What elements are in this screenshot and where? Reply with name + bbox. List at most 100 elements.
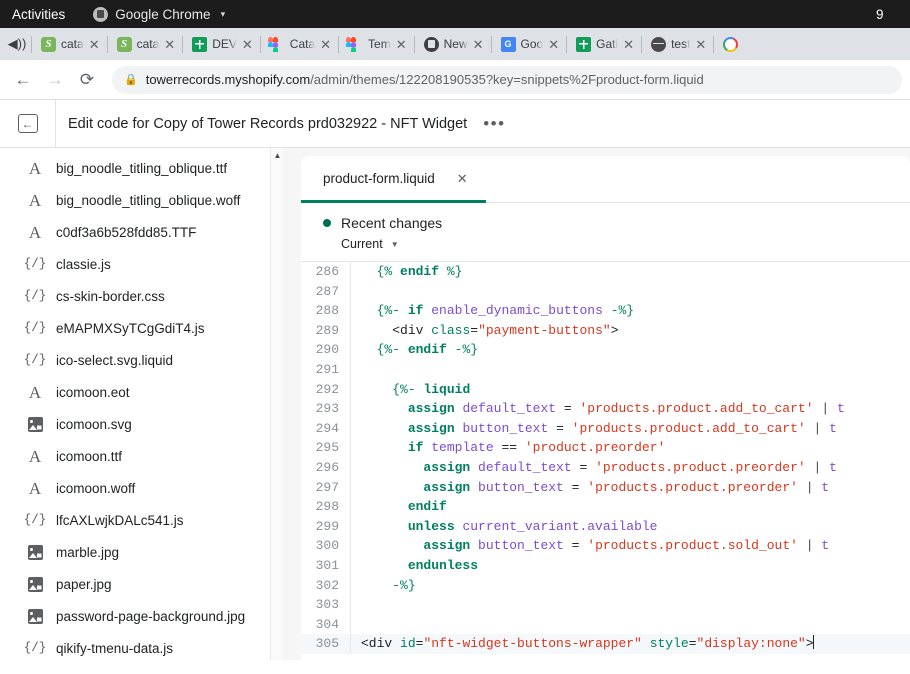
code-token: endif	[408, 499, 447, 514]
file-list-item[interactable]: icomoon.svg	[0, 408, 283, 440]
close-icon[interactable]: ✕	[473, 38, 484, 51]
file-list-item[interactable]: {/}qikify-tmenu-data.js	[0, 632, 283, 660]
code-line-content[interactable]: assign default_text = 'products.product.…	[351, 458, 910, 478]
code-line[interactable]: 294 assign button_text = 'products.produ…	[301, 419, 910, 439]
code-line-content[interactable]	[351, 282, 910, 302]
code-line-content[interactable]: <div id="nft-widget-buttons-wrapper" sty…	[351, 634, 910, 654]
code-line[interactable]: 302 -%}	[301, 576, 910, 596]
code-line[interactable]: 299 unless current_variant.available	[301, 517, 910, 537]
code-line-content[interactable]	[351, 615, 910, 635]
file-list-item[interactable]: Aicomoon.eot	[0, 376, 283, 408]
code-line[interactable]: 287	[301, 282, 910, 302]
code-line-content[interactable]: assign default_text = 'products.product.…	[351, 399, 910, 419]
code-line-content[interactable]	[351, 595, 910, 615]
code-line[interactable]: 298 endif	[301, 497, 910, 517]
browser-tab[interactable]: Tem ✕	[340, 28, 413, 60]
browser-tab[interactable]: Cata ✕	[262, 28, 337, 60]
clock[interactable]: 9	[876, 0, 906, 28]
close-icon[interactable]: ✕	[623, 38, 634, 51]
code-line[interactable]: 293 assign default_text = 'products.prod…	[301, 399, 910, 419]
code-line-content[interactable]: {%- liquid	[351, 380, 910, 400]
code-line-content[interactable]: {% endif %}	[351, 262, 910, 282]
browser-tab[interactable]: test ✕	[643, 28, 712, 60]
code-line-content[interactable]: endif	[351, 497, 910, 517]
globe-icon	[651, 37, 666, 52]
code-line-content[interactable]: if template == 'product.preorder'	[351, 438, 910, 458]
file-list-item[interactable]: marble.jpg	[0, 536, 283, 568]
browser-tab[interactable]: New ✕	[416, 28, 490, 60]
code-line[interactable]: 300 assign button_text = 'products.produ…	[301, 536, 910, 556]
google-sheets-icon	[576, 37, 591, 52]
page-title: Edit code for Copy of Tower Records prd0…	[56, 116, 467, 132]
file-list-item[interactable]: paper.jpg	[0, 568, 283, 600]
code-line-content[interactable]: assign button_text = 'products.product.a…	[351, 419, 910, 439]
code-editor[interactable]: 286 {% endif %}287288 {%- if enable_dyna…	[301, 262, 910, 660]
close-icon[interactable]: ✕	[242, 38, 253, 51]
tab-product-form-liquid[interactable]: product-form.liquid ✕	[301, 157, 486, 203]
code-token: t	[829, 460, 837, 475]
code-line-content[interactable]: {%- endif -%}	[351, 340, 910, 360]
close-icon[interactable]: ✕	[396, 38, 407, 51]
browser-tab[interactable]: DEV ✕	[184, 28, 259, 60]
code-line[interactable]: 286 {% endif %}	[301, 262, 910, 282]
code-line[interactable]: 296 assign default_text = 'products.prod…	[301, 458, 910, 478]
browser-tab[interactable]	[715, 28, 738, 60]
audio-indicator-icon[interactable]: ◀))	[4, 31, 30, 57]
code-line[interactable]: 304	[301, 615, 910, 635]
scroll-up-icon[interactable]: ▲	[271, 148, 283, 162]
code-line[interactable]: 301 endunless	[301, 556, 910, 576]
code-line[interactable]: 288 {%- if enable_dynamic_buttons -%}	[301, 301, 910, 321]
close-icon[interactable]: ✕	[548, 38, 559, 51]
tab-title: DEV	[212, 37, 237, 51]
file-list-item[interactable]: Aicomoon.woff	[0, 472, 283, 504]
sidebar-scrollbar[interactable]: ▲	[270, 148, 283, 660]
close-icon[interactable]: ✕	[320, 38, 331, 51]
more-actions-button[interactable]: •••	[483, 119, 505, 129]
code-line-content[interactable]: -%}	[351, 576, 910, 596]
code-line[interactable]: 291	[301, 360, 910, 380]
code-line-content[interactable]: assign button_text = 'products.product.s…	[351, 536, 910, 556]
code-line[interactable]: 292 {%- liquid	[301, 380, 910, 400]
file-list-item[interactable]: Aicomoon.ttf	[0, 440, 283, 472]
version-select[interactable]: Current ▼	[341, 237, 910, 251]
code-line-content[interactable]: unless current_variant.available	[351, 517, 910, 537]
file-list-item[interactable]: Abig_noodle_titling_oblique.woff	[0, 184, 283, 216]
address-bar[interactable]: 🔒 towerrecords.myshopify.com/admin/theme…	[112, 66, 902, 94]
reload-button[interactable]: ⟳	[72, 65, 102, 95]
back-button[interactable]: ←	[8, 65, 38, 95]
active-app-menu[interactable]: Google Chrome ▾	[79, 7, 225, 22]
code-line-content[interactable]: {%- if enable_dynamic_buttons -%}	[351, 301, 910, 321]
code-line[interactable]: 295 if template == 'product.preorder'	[301, 438, 910, 458]
code-line-content[interactable]: assign button_text = 'products.product.p…	[351, 478, 910, 498]
file-list-item[interactable]: password-page-background.jpg	[0, 600, 283, 632]
browser-tab[interactable]: cata ✕	[33, 28, 106, 60]
file-list-item[interactable]: {/}cs-skin-border.css	[0, 280, 283, 312]
file-list-item[interactable]: Abig_noodle_titling_oblique.ttf	[0, 152, 283, 184]
code-line[interactable]: 303	[301, 595, 910, 615]
figma-icon	[270, 37, 285, 52]
code-line-content[interactable]: <div class="payment-buttons">	[351, 321, 910, 341]
image-file-icon	[26, 417, 44, 432]
file-list-item[interactable]: {/}lfcAXLwjkDALc541.js	[0, 504, 283, 536]
exit-editor-button[interactable]	[0, 100, 56, 148]
forward-button[interactable]: →	[40, 65, 70, 95]
close-icon[interactable]: ✕	[164, 38, 175, 51]
code-token: t	[837, 401, 845, 416]
code-line-content[interactable]: endunless	[351, 556, 910, 576]
code-line[interactable]: 297 assign button_text = 'products.produ…	[301, 478, 910, 498]
close-icon[interactable]: ✕	[457, 171, 468, 187]
code-line[interactable]: 289 <div class="payment-buttons">	[301, 321, 910, 341]
file-list-item[interactable]: Ac0df3a6b528fdd85.TTF	[0, 216, 283, 248]
file-list-item[interactable]: {/}eMAPMXSyTCgGdiT4.js	[0, 312, 283, 344]
browser-tab[interactable]: cata ✕	[109, 28, 182, 60]
code-line-content[interactable]	[351, 360, 910, 380]
browser-tab[interactable]: Goo ✕	[493, 28, 566, 60]
file-list-item[interactable]: {/}ico-select.svg.liquid	[0, 344, 283, 376]
code-line-active[interactable]: 305<div id="nft-widget-buttons-wrapper" …	[301, 634, 910, 654]
close-icon[interactable]: ✕	[695, 38, 706, 51]
browser-tab[interactable]: Gati ✕	[568, 28, 640, 60]
code-line[interactable]: 290 {%- endif -%}	[301, 340, 910, 360]
close-icon[interactable]: ✕	[89, 38, 100, 51]
file-list-item[interactable]: {/}classie.js	[0, 248, 283, 280]
activities-button[interactable]: Activities	[0, 7, 79, 22]
